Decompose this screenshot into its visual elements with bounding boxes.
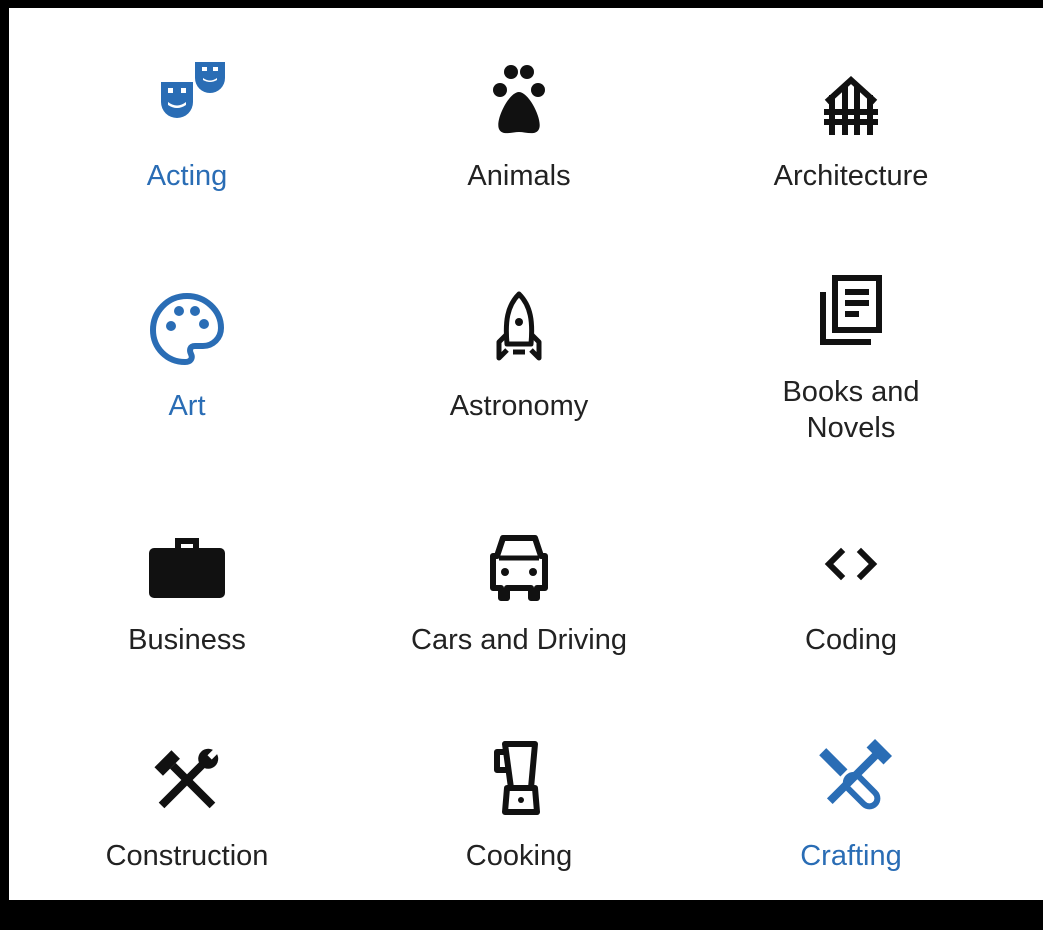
category-tile-business[interactable]: Business	[37, 514, 337, 714]
category-label: Business	[128, 624, 246, 656]
hammer-wrench-icon	[137, 730, 237, 830]
category-label-line-2: Novels	[806, 412, 896, 444]
category-grid: Acting Animals Architecture Art Astronom…	[9, 8, 1043, 900]
category-tile-architecture[interactable]: Architecture	[701, 50, 1001, 250]
palette-icon	[137, 278, 237, 378]
category-label: Cars and Driving	[411, 624, 627, 656]
category-tile-art[interactable]: Art	[37, 278, 337, 478]
category-label: Acting	[146, 160, 228, 192]
category-tile-acting[interactable]: Acting	[37, 50, 337, 250]
category-label: Architecture	[773, 160, 929, 192]
category-label: Crafting	[800, 840, 902, 872]
category-label: Astronomy	[449, 390, 589, 422]
category-tile-books-and-novels[interactable]: Books and Novels	[701, 266, 1001, 466]
category-label: Construction	[105, 840, 269, 872]
category-tile-animals[interactable]: Animals	[369, 50, 669, 250]
category-label: Coding	[805, 624, 897, 656]
category-tile-cars-and-driving[interactable]: Cars and Driving	[369, 514, 669, 714]
briefcase-icon	[137, 514, 237, 614]
category-label-line-1: Books and	[782, 376, 920, 408]
car-icon	[469, 514, 569, 614]
blender-icon	[469, 730, 569, 830]
category-tile-coding[interactable]: Coding	[701, 514, 1001, 714]
category-tile-crafting[interactable]: Crafting	[701, 730, 1001, 930]
category-tile-construction[interactable]: Construction	[37, 730, 337, 930]
crafting-tools-icon	[801, 730, 901, 830]
category-tile-cooking[interactable]: Cooking	[369, 730, 669, 930]
books-icon	[801, 266, 901, 366]
category-label: Cooking	[465, 840, 573, 872]
category-label: Animals	[467, 160, 571, 192]
category-label: Art	[168, 390, 206, 422]
category-tile-astronomy[interactable]: Astronomy	[369, 278, 669, 478]
code-icon	[801, 514, 901, 614]
paw-icon	[469, 50, 569, 150]
rocket-icon	[469, 278, 569, 378]
category-label: Books and Novels	[701, 374, 1001, 446]
theater-masks-icon	[137, 50, 237, 150]
gazebo-icon	[801, 50, 901, 150]
